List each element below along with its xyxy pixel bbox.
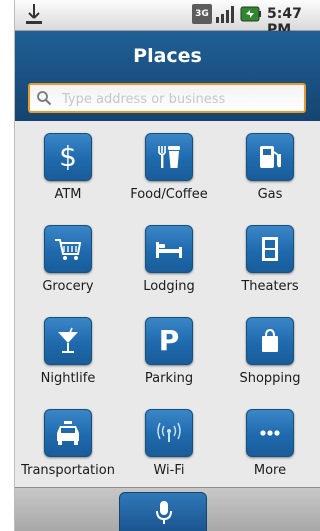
category-label: Shopping — [239, 371, 301, 386]
transportation-tile[interactable] — [44, 409, 92, 457]
shopping-tile[interactable] — [246, 317, 294, 365]
more-dots-icon — [260, 430, 280, 436]
wifi-icon — [157, 422, 181, 442]
status-bar: 3G 5:47 PM — [15, 0, 320, 38]
microphone-icon — [156, 501, 172, 524]
category-wifi[interactable]: Wi-Fi — [123, 399, 223, 489]
places-header: Places — [15, 31, 320, 121]
page-title: Places — [133, 45, 202, 67]
parking-icon: P — [158, 324, 180, 357]
category-shopping[interactable]: Shopping — [224, 307, 320, 397]
category-label: Food/Coffee — [130, 187, 208, 202]
shopping-bag-icon — [262, 328, 278, 352]
category-label: Transportation — [21, 463, 115, 478]
category-label: More — [253, 463, 287, 478]
film-icon — [262, 237, 278, 261]
gas-tile[interactable] — [246, 133, 294, 181]
category-theaters[interactable]: Theaters — [224, 215, 320, 305]
grocery-tile[interactable] — [44, 225, 92, 273]
parking-tile[interactable]: P — [145, 317, 193, 365]
theaters-tile[interactable] — [246, 225, 294, 273]
search-icon — [37, 91, 52, 106]
signal-strength-icon — [216, 6, 234, 23]
shopping-cart-icon — [55, 239, 82, 260]
dollar-icon: $ — [59, 140, 77, 173]
more-tile[interactable] — [246, 409, 294, 457]
cocktail-icon — [58, 327, 78, 353]
food-coffee-icon — [158, 146, 180, 168]
category-more[interactable]: More — [224, 399, 320, 489]
category-grid: $ ATM Food/Coffee Gas Grocery Lodging Th… — [15, 121, 320, 487]
category-label: Theaters — [241, 279, 299, 294]
category-label: Wi-Fi — [153, 463, 185, 478]
search-input[interactable] — [60, 87, 304, 111]
network-type-icon: 3G — [192, 4, 212, 24]
phone-screen: 3G 5:47 PM Places $ A — [14, 0, 320, 531]
gas-pump-icon — [260, 146, 281, 168]
bottom-bar — [15, 487, 320, 531]
usb-icon — [26, 4, 42, 24]
category-grocery[interactable]: Grocery — [22, 215, 122, 305]
battery-icon — [240, 6, 261, 22]
category-label: Nightlife — [40, 371, 96, 386]
category-atm[interactable]: $ ATM — [22, 123, 122, 213]
category-parking[interactable]: P Parking — [123, 307, 223, 397]
category-label: Parking — [144, 371, 194, 386]
bed-icon — [156, 242, 182, 258]
category-label: Lodging — [143, 279, 195, 294]
search-box[interactable] — [28, 83, 306, 113]
category-label: ATM — [54, 187, 82, 202]
category-nightlife[interactable]: Nightlife — [22, 307, 122, 397]
category-gas[interactable]: Gas — [224, 123, 320, 213]
category-food-coffee[interactable]: Food/Coffee — [123, 123, 223, 213]
category-transportation[interactable]: Transportation — [21, 399, 122, 489]
voice-search-button[interactable] — [119, 492, 207, 531]
wifi-tile[interactable] — [145, 409, 193, 457]
lodging-tile[interactable] — [145, 225, 193, 273]
food-coffee-tile[interactable] — [145, 133, 193, 181]
category-lodging[interactable]: Lodging — [123, 215, 223, 305]
taxi-icon — [57, 421, 79, 445]
category-label: Grocery — [42, 279, 94, 294]
atm-tile[interactable]: $ — [44, 133, 92, 181]
category-label: Gas — [257, 187, 283, 202]
nightlife-tile[interactable] — [44, 317, 92, 365]
